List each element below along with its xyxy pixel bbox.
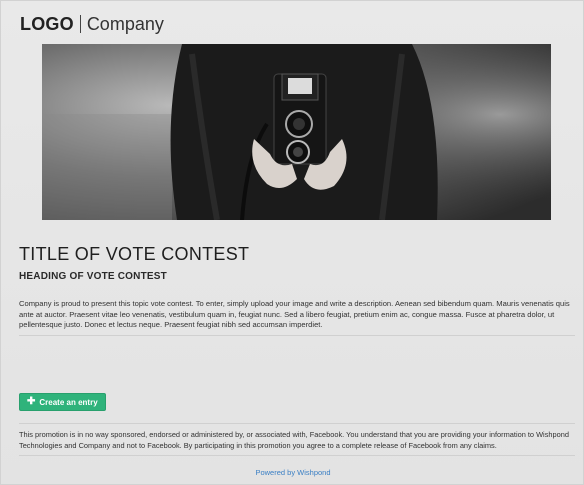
logo: LOGO [20, 13, 74, 34]
powered-by-link[interactable]: Powered by Wishpond [1, 468, 584, 477]
contest-description: Company is proud to present this topic v… [19, 299, 570, 330]
divider [19, 335, 575, 336]
divider [19, 455, 575, 456]
plus-icon: ✚ [27, 396, 36, 407]
create-entry-button[interactable]: ✚ Create an entry [19, 393, 106, 411]
camera-photo-illustration [42, 44, 551, 220]
divider [19, 423, 575, 424]
create-entry-label: Create an entry [39, 397, 98, 407]
header: LOGO Company [20, 12, 164, 36]
company-name: Company [86, 13, 164, 34]
logo-divider [79, 15, 81, 33]
facebook-disclaimer: This promotion is in no way sponsored, e… [19, 430, 569, 450]
contest-heading: HEADING OF VOTE CONTEST [19, 271, 167, 282]
contest-page: LOGO Company TITLE OF VOTE CONTEST HEADI… [0, 0, 584, 485]
hero-image [42, 44, 551, 220]
contest-title: TITLE OF VOTE CONTEST [19, 244, 250, 264]
